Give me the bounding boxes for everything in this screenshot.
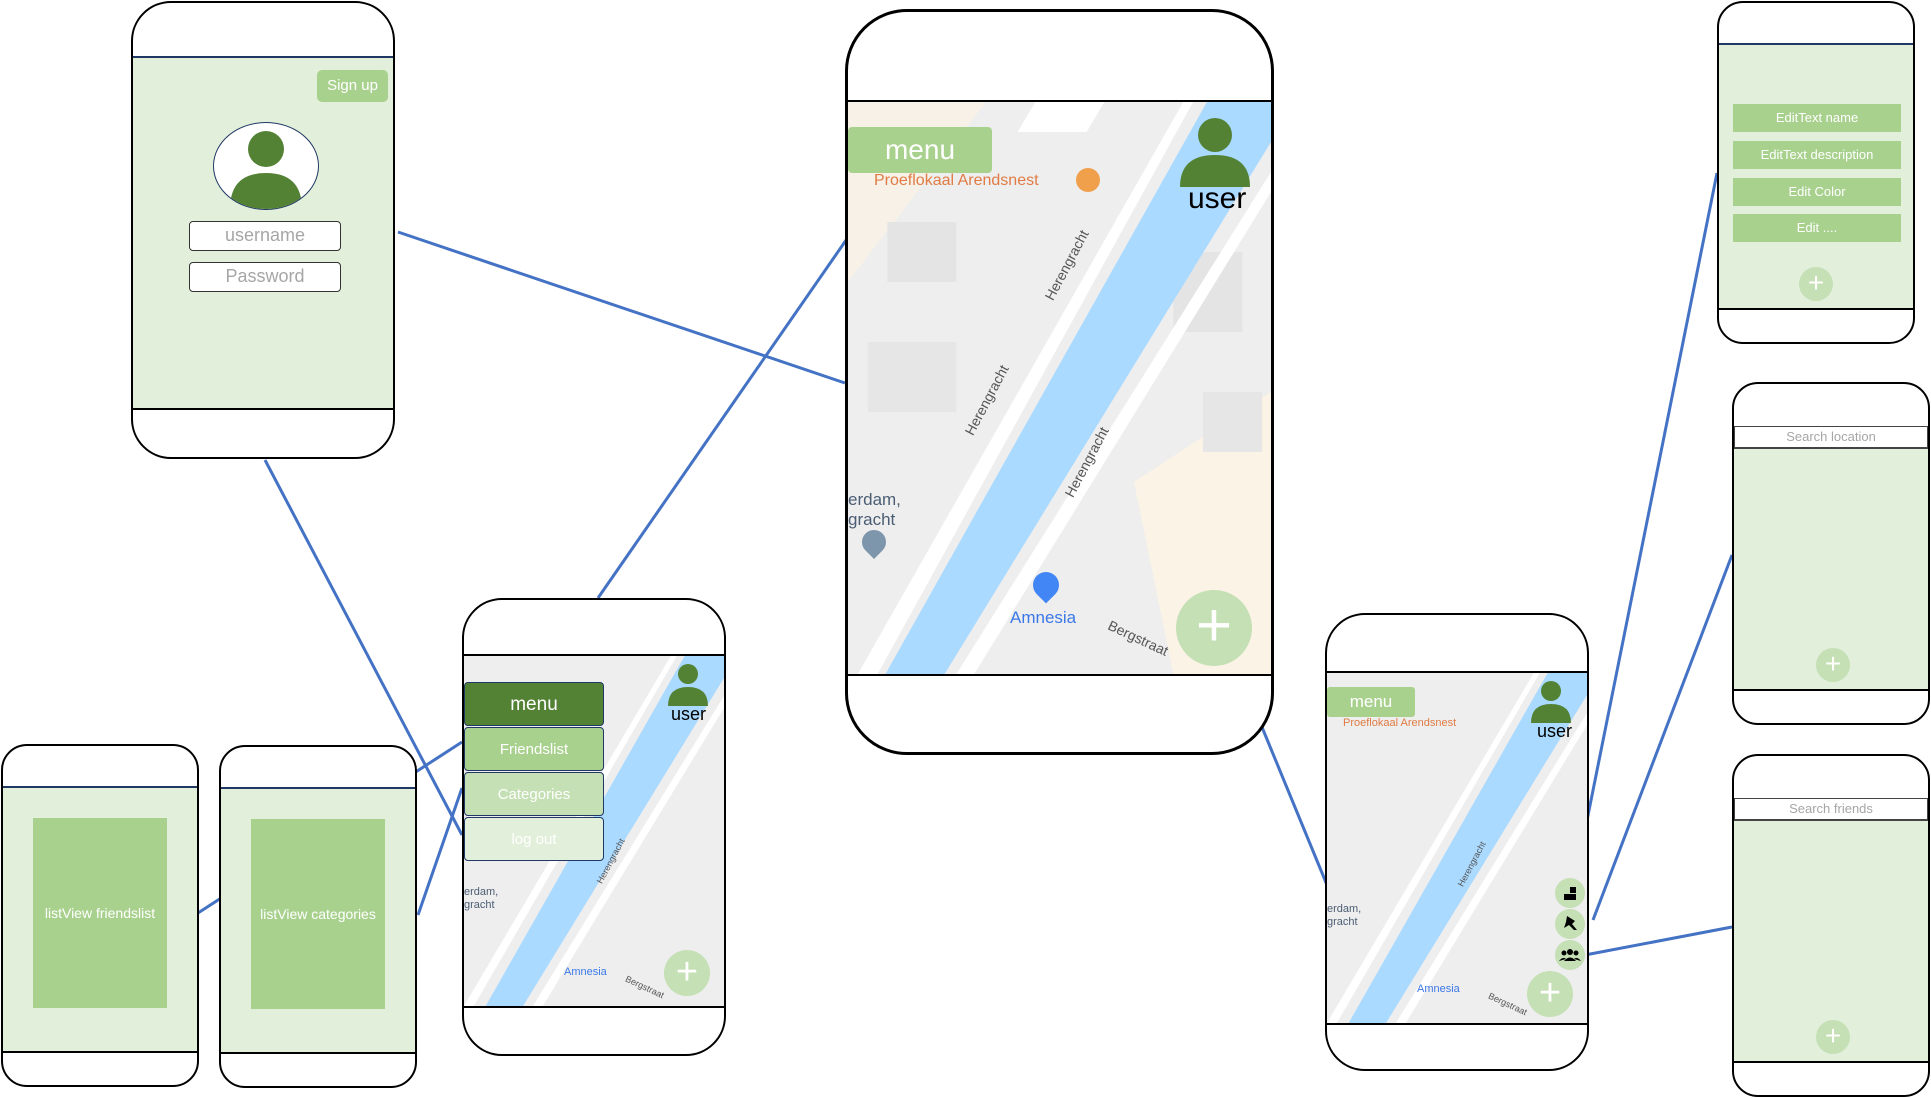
menu-place-label-2: gracht [464,899,495,911]
link-search-friends-to-fab3 [1584,925,1733,957]
menu-item-friendslist[interactable]: Friendslist [464,727,604,771]
user-icon[interactable] [1180,117,1250,187]
add-button[interactable]: + [1816,1020,1850,1054]
menu-button[interactable]: menu [848,127,992,173]
edit-description-button[interactable]: EditText description [1733,141,1901,169]
fab-phone: menu Proeflokaal Arendsnest erdam, grach… [1325,613,1589,1071]
grid-icon [1564,887,1576,900]
search-friends-screen: + [1734,820,1928,1063]
categories-screen: listView categories [221,787,415,1054]
add-fab-button[interactable]: + [664,950,710,996]
user-label: user [1188,182,1247,215]
category-fab-button[interactable] [1555,878,1585,908]
friends-icon [1559,949,1581,961]
categories-phone: listView categories [219,745,417,1088]
link-login-to-map [397,230,846,385]
fab-place-label-2: gracht [1327,916,1358,928]
poi-shop-label: Amnesia [1010,608,1077,627]
login-screen: Sign up username Password [133,56,393,410]
link-categories-to-menu [416,787,464,916]
search-friends-phone: Search friends + [1732,754,1930,1097]
login-phone: Sign up username Password [131,1,395,459]
menu-place-label-1: erdam, [464,886,499,898]
user-label: user [671,704,707,724]
menu-phone: erdam, gracht Herengracht Amnesia Bergst… [462,598,726,1056]
edit-more-button[interactable]: Edit .... [1733,214,1901,242]
categories-listview[interactable]: listView categories [251,819,385,1009]
edit-screen: EditText name EditText description Edit … [1719,43,1913,310]
friends-fab-button[interactable] [1555,940,1585,970]
search-friends-input[interactable]: Search friends [1734,798,1928,820]
add-button[interactable]: + [1816,648,1850,682]
add-button[interactable]: + [1799,267,1833,301]
search-location-screen: + [1734,448,1928,691]
place-label-1: erdam, [848,490,901,509]
friendslist-listview[interactable]: listView friendslist [33,818,167,1008]
menu-button[interactable]: menu [1327,687,1415,717]
pin-fab-button[interactable] [1555,909,1585,939]
friendslist-screen: listView friendslist [3,786,197,1053]
menu-item-logout[interactable]: log out [464,817,604,861]
link-search-location-to-fab2 [1591,554,1734,921]
search-location-phone: Search location + [1732,382,1930,725]
edit-color-button[interactable]: Edit Color [1733,178,1901,206]
place-label-2: gracht [848,510,896,529]
menu-panel: menu Friendslist Categories log out [464,682,604,861]
link-edit-to-fab1 [1571,172,1719,891]
friendslist-phone: listView friendslist [1,744,199,1087]
add-fab-button[interactable]: + [1527,971,1573,1017]
edit-name-button[interactable]: EditText name [1733,104,1901,132]
fab-place-label-1: erdam, [1327,903,1362,915]
map-view[interactable]: Proeflokaal Arendsnest Herengracht Heren… [848,100,1271,676]
edit-phone: EditText name EditText description Edit … [1717,1,1915,344]
user-icon[interactable] [1531,681,1571,723]
user-label: user [1537,721,1573,741]
fab-map-view[interactable]: menu Proeflokaal Arendsnest erdam, grach… [1327,671,1587,1025]
menu-shop-label: Amnesia [564,966,607,978]
menu-item-categories[interactable]: Categories [464,772,604,816]
add-fab-button[interactable]: + [1176,590,1252,666]
password-field[interactable]: Password [189,262,341,292]
user-icon[interactable] [668,664,708,706]
map-phone: Proeflokaal Arendsnest Herengracht Heren… [845,9,1274,755]
poi-cafe-label: Proeflokaal Arendsnest [874,172,1039,189]
poi-cafe-label: Proeflokaal Arendsnest [1343,717,1457,729]
user-icon [230,131,302,209]
menu-header-button[interactable]: menu [464,682,604,726]
pin-icon [1564,916,1577,930]
avatar [213,122,319,210]
fab-shop-label: Amnesia [1417,983,1460,995]
username-field[interactable]: username [189,221,341,251]
signup-button[interactable]: Sign up [317,70,388,102]
cafe-pin-icon [1076,168,1100,192]
search-location-input[interactable]: Search location [1734,426,1928,448]
